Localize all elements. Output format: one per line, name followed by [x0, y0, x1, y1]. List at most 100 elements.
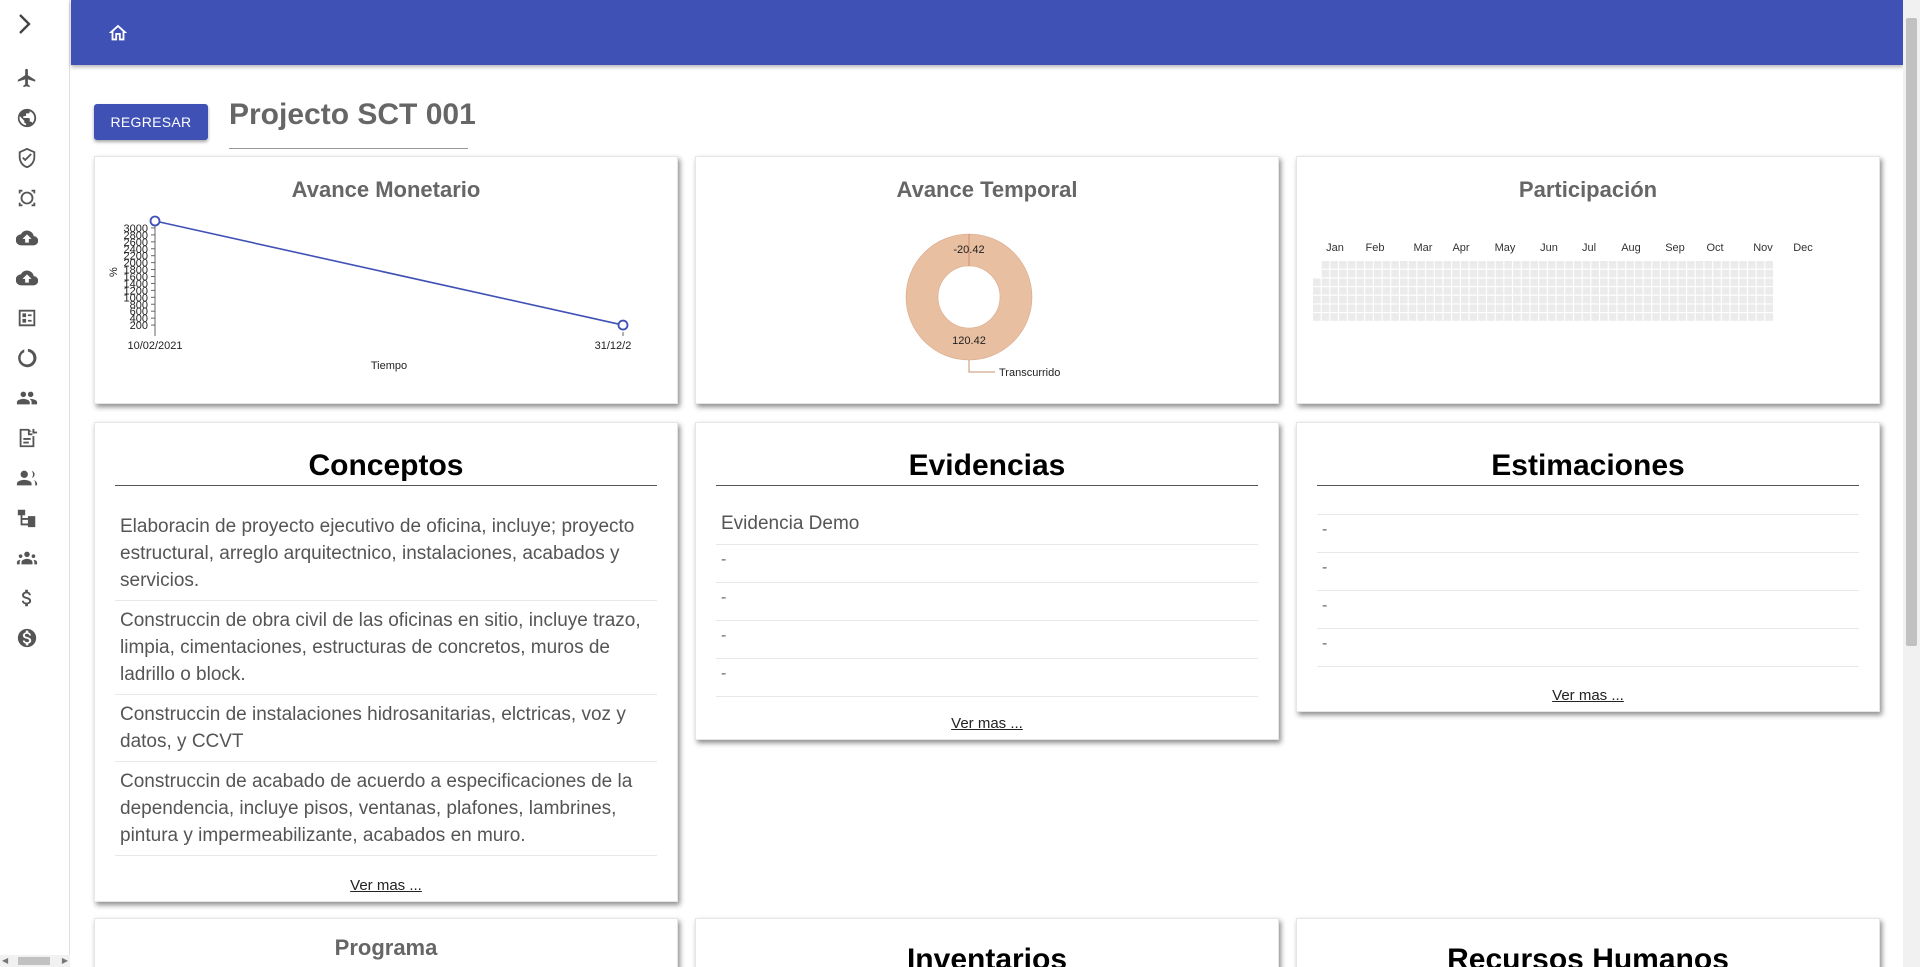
heatmap-cell — [1600, 278, 1608, 286]
card-recursos-humanos: Recursos Humanos — [1296, 918, 1880, 967]
heatmap-cell — [1739, 269, 1747, 278]
ver-mas-link[interactable]: Ver mas ... — [696, 715, 1278, 732]
list-item[interactable]: Elaboracin de proyecto ejecutivo de ofic… — [115, 507, 657, 601]
team-icon[interactable] — [14, 545, 40, 571]
scrollbar-thumb[interactable] — [1906, 18, 1917, 646]
heatmap-cell — [1643, 304, 1652, 313]
note-add-icon[interactable] — [14, 425, 40, 451]
list-item[interactable]: Evidencia Demo — [716, 507, 1258, 545]
heatmap-cell — [1460, 287, 1469, 295]
globe-icon[interactable] — [14, 105, 40, 131]
heatmap-cell — [1426, 313, 1434, 321]
cloud-upload-icon[interactable] — [14, 225, 40, 251]
heatmap-cell — [1487, 261, 1495, 269]
heatmap-cell — [1721, 295, 1730, 304]
list-item[interactable]: - — [716, 659, 1258, 697]
heatmap-cell — [1487, 269, 1495, 278]
scroll-right-icon[interactable]: ▶ — [62, 956, 68, 965]
heatmap-cell — [1565, 278, 1573, 286]
list-item[interactable]: - — [716, 621, 1258, 659]
home-icon[interactable] — [105, 20, 131, 46]
heatmap-cell — [1417, 313, 1425, 321]
list-item[interactable]: Construccin de instalaciones hidrosanita… — [115, 695, 657, 762]
list-item[interactable]: Construccin de obra civil de las oficina… — [115, 601, 657, 695]
list-item[interactable]: Construccin de acabado de acuerdo a espe… — [115, 762, 657, 856]
heatmap-cell — [1574, 278, 1582, 286]
list-item[interactable]: - — [1317, 591, 1859, 629]
heatmap-cell — [1391, 278, 1399, 286]
heatmap-cell — [1452, 278, 1460, 286]
month-label: Feb — [1366, 242, 1385, 254]
heatmap-cell — [1591, 295, 1599, 304]
heatmap-cell — [1487, 304, 1495, 313]
heatmap-cell — [1687, 269, 1695, 278]
heatmap-cell — [1391, 313, 1399, 321]
heatmap-cell — [1565, 304, 1573, 313]
target-icon[interactable] — [14, 185, 40, 211]
heatmap-cell — [1469, 261, 1478, 269]
heatmap-cell — [1600, 287, 1608, 295]
vertical-scrollbar[interactable] — [1903, 0, 1920, 967]
heatmap-cell — [1695, 261, 1704, 269]
heatmap-cell — [1756, 269, 1765, 278]
hierarchy-icon[interactable] — [14, 505, 40, 531]
ver-mas-link[interactable]: Ver mas ... — [95, 877, 677, 894]
card-inventarios: Inventarios — [695, 918, 1279, 967]
refresh-icon[interactable] — [14, 345, 40, 371]
heatmap-cell — [1434, 295, 1443, 304]
heatmap-cell — [1669, 278, 1678, 286]
cloud-upload-icon[interactable] — [14, 265, 40, 291]
list-item[interactable] — [1317, 495, 1859, 515]
ver-mas-link[interactable]: Ver mas ... — [1297, 687, 1879, 704]
heatmap-cell — [1574, 304, 1582, 313]
month-label: Apr — [1452, 242, 1469, 254]
list-item[interactable]: - — [716, 583, 1258, 621]
heatmap-cell — [1400, 269, 1408, 278]
heatmap-cell — [1382, 304, 1391, 313]
heatmap-cell — [1608, 304, 1617, 313]
heatmap-cell — [1669, 313, 1678, 321]
checklist-icon[interactable] — [14, 305, 40, 331]
heatmap-cell — [1521, 287, 1530, 295]
heatmap-cell — [1417, 287, 1425, 295]
heatmap-cell — [1617, 269, 1626, 278]
slice-value-label: -20.42 — [953, 244, 984, 256]
people-icon[interactable] — [14, 385, 40, 411]
heatmap-cell — [1382, 269, 1391, 278]
heatmap-cell — [1661, 295, 1669, 304]
heatmap-cell — [1617, 313, 1626, 321]
heatmap-cell — [1556, 287, 1565, 295]
heatmap-cell — [1608, 313, 1617, 321]
heatmap-cell — [1730, 295, 1739, 304]
regresar-button[interactable]: REGRESAR — [94, 104, 208, 140]
heatmap-cell — [1547, 304, 1556, 313]
group-icon[interactable] — [14, 465, 40, 491]
dollar-circle-icon[interactable] — [14, 625, 40, 651]
heatmap-cell — [1487, 295, 1495, 304]
heatmap-cell — [1460, 313, 1469, 321]
scroll-left-icon[interactable]: ◀ — [2, 956, 8, 965]
list-item[interactable]: - — [1317, 629, 1859, 667]
heatmap-cell — [1469, 313, 1478, 321]
heatmap-cell — [1321, 304, 1330, 313]
list-item[interactable]: - — [716, 545, 1258, 583]
heatmap-cell — [1339, 304, 1347, 313]
airplane-icon[interactable] — [14, 65, 40, 91]
heatmap-cell — [1330, 287, 1338, 295]
heatmap-cell — [1582, 304, 1591, 313]
heatmap-cell — [1565, 295, 1573, 304]
horizontal-scrollbar[interactable]: ◀ ▶ — [0, 955, 70, 967]
heatmap-cell — [1321, 295, 1330, 304]
shield-check-icon[interactable] — [14, 145, 40, 171]
list-item[interactable]: - — [1317, 515, 1859, 553]
heatmap-cell — [1626, 287, 1634, 295]
list-item[interactable]: - — [1317, 553, 1859, 591]
scrollbar-thumb[interactable] — [18, 957, 50, 965]
heatmap-cell — [1669, 269, 1678, 278]
heatmap-cell — [1347, 287, 1356, 295]
card-participacion: Participación Jan Feb Mar Apr May Jun Jul Aug Se… — [1296, 156, 1880, 404]
heatmap-cell — [1365, 261, 1373, 269]
heatmap-cell — [1669, 295, 1678, 304]
dollar-icon[interactable] — [14, 585, 40, 611]
chevron-right-icon[interactable] — [12, 10, 38, 38]
